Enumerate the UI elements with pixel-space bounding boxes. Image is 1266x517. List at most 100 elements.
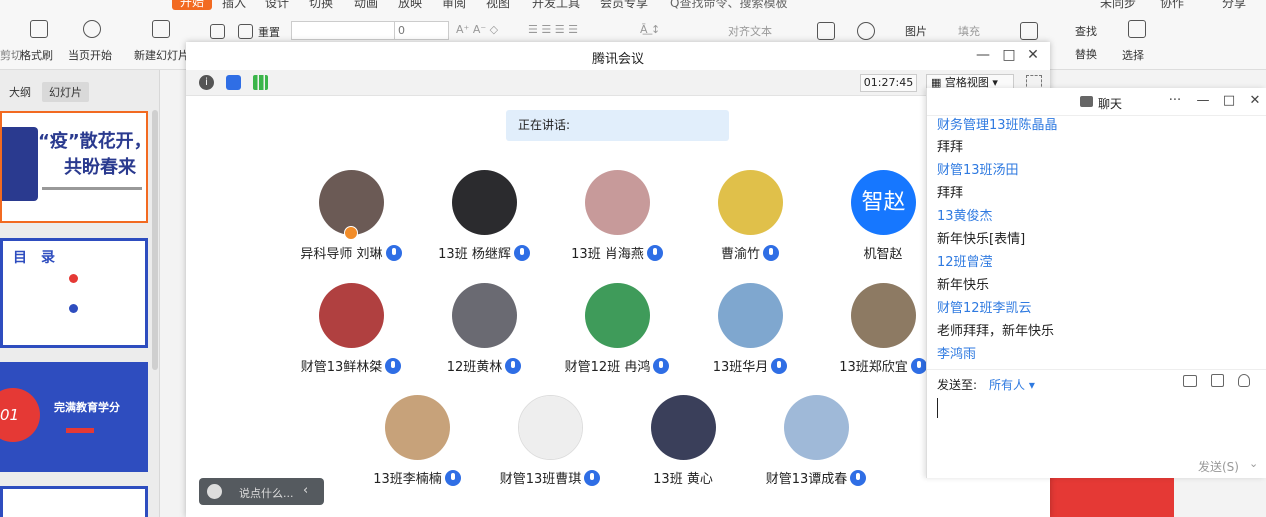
sync-status[interactable]: 未同步 xyxy=(1100,0,1136,11)
select-icon[interactable] xyxy=(1128,20,1146,38)
arrange-icon[interactable] xyxy=(1020,22,1038,40)
tab-slideshow[interactable]: 放映 xyxy=(398,0,422,11)
shape-icon[interactable] xyxy=(857,22,875,40)
new-slide-button[interactable]: 新建幻灯片 xyxy=(134,47,189,63)
participant-avatar[interactable] xyxy=(784,395,849,460)
select-button[interactable]: 选择 xyxy=(1122,47,1144,63)
participant-avatar[interactable] xyxy=(452,170,517,235)
chat-sender[interactable]: 李鸿雨 xyxy=(937,343,976,362)
collab-button[interactable]: 协作 xyxy=(1160,0,1184,11)
folder-icon[interactable] xyxy=(1183,375,1197,387)
find-button[interactable]: 查找 xyxy=(1075,23,1097,39)
play-icon[interactable] xyxy=(83,20,101,38)
mic-icon xyxy=(584,470,601,486)
chat-input[interactable] xyxy=(927,396,1266,452)
chat-titlebar[interactable]: 聊天 ··· — □ ✕ xyxy=(927,88,1266,116)
search-command[interactable]: Q查找命令、搜索模板 xyxy=(670,0,787,11)
participant-name-label: 13班 肖海燕 xyxy=(571,247,644,262)
tab-insert[interactable]: 插入 xyxy=(222,0,246,11)
avatar-image xyxy=(851,283,916,348)
tab-review[interactable]: 审阅 xyxy=(442,0,466,11)
list-icon[interactable]: ☰ ☰ ☰ ☰ xyxy=(528,23,578,36)
tab-member[interactable]: 会员专享 xyxy=(600,0,648,11)
participant-avatar[interactable] xyxy=(319,283,384,348)
slide-thumbnail-2[interactable]: 目 录 xyxy=(0,238,148,348)
send-button[interactable]: 发送(S) xyxy=(1198,458,1239,475)
fill-button[interactable]: 填充 xyxy=(958,23,980,39)
layout-icon[interactable] xyxy=(210,24,225,39)
tab-view[interactable]: 视图 xyxy=(486,0,510,11)
cut-button[interactable]: 剪切 xyxy=(0,47,22,63)
send-to-dropdown[interactable]: 所有人 ▾ xyxy=(989,376,1035,393)
align-text-button[interactable]: 对齐文本 xyxy=(728,23,772,39)
textbox-icon[interactable] xyxy=(817,22,835,40)
chat-sender[interactable]: 财管12班李凯云 xyxy=(937,297,1032,316)
text-direction-icon[interactable]: Ā͟ ↕ xyxy=(640,23,660,36)
emoji-icon[interactable] xyxy=(207,484,222,499)
picture-button[interactable]: 图片 xyxy=(905,23,927,39)
chat-sender[interactable]: 财务管理13班陈晶晶 xyxy=(937,114,1058,133)
meeting-titlebar[interactable]: 腾讯会议 — □ ✕ xyxy=(186,42,1050,70)
say-something-input[interactable]: 说点什么... xyxy=(239,485,294,501)
info-icon[interactable]: i xyxy=(199,75,214,90)
maximize-icon[interactable]: □ xyxy=(1221,93,1237,108)
avatar-image xyxy=(718,170,783,235)
tab-design[interactable]: 设计 xyxy=(265,0,289,11)
slide-thumbnail-3[interactable]: 01 完满教育学分 xyxy=(0,362,148,472)
font-grow-icon[interactable]: A⁺ A⁻ ◇ xyxy=(456,23,498,36)
close-icon[interactable]: ✕ xyxy=(1247,93,1263,108)
slide-panel-scrollbar[interactable] xyxy=(152,110,158,370)
replace-button[interactable]: 替换 xyxy=(1075,46,1097,62)
shield-icon[interactable] xyxy=(226,75,241,90)
tab-developer[interactable]: 开发工具 xyxy=(532,0,580,11)
participant-avatar[interactable] xyxy=(585,170,650,235)
new-slide-icon[interactable] xyxy=(152,20,170,38)
slide-canvas-red-shape xyxy=(1050,478,1174,517)
font-name-field[interactable] xyxy=(291,21,396,40)
participant-avatar[interactable]: 智赵 xyxy=(851,170,916,235)
mic-icon xyxy=(646,245,663,261)
participant-avatar[interactable] xyxy=(518,395,583,460)
format-painter-icon[interactable] xyxy=(30,20,48,38)
participant-avatar[interactable] xyxy=(851,283,916,348)
reset-button[interactable]: 重置 xyxy=(258,24,280,40)
participant-avatar[interactable] xyxy=(718,283,783,348)
play-current-button[interactable]: 当页开始 xyxy=(68,47,112,63)
participant-name: 财管13谭成春 xyxy=(741,468,891,487)
chat-sender[interactable]: 12班曾滢 xyxy=(937,251,993,270)
avatar-image xyxy=(585,170,650,235)
screenshot-icon[interactable] xyxy=(1211,374,1224,387)
more-icon[interactable]: ··· xyxy=(1167,93,1183,108)
slide-thumbnail-1[interactable]: “疫”散花开， 共盼春来 xyxy=(0,111,148,223)
participant-avatar[interactable] xyxy=(385,395,450,460)
participant-avatar[interactable] xyxy=(585,283,650,348)
font-size-field[interactable]: 0 xyxy=(394,21,449,40)
reset-icon[interactable] xyxy=(238,24,253,39)
chat-sender[interactable]: 13黄俊杰 xyxy=(937,205,993,224)
participant-avatar[interactable] xyxy=(718,170,783,235)
minimize-icon[interactable]: — xyxy=(1195,93,1211,108)
maximize-icon[interactable]: □ xyxy=(1000,47,1018,63)
share-button[interactable]: 分享 xyxy=(1222,0,1246,11)
send-options-icon[interactable]: ⌄ xyxy=(1249,457,1258,470)
tab-home[interactable]: 开始 xyxy=(172,0,213,10)
slide-thumbnail-4[interactable] xyxy=(0,486,148,517)
close-icon[interactable]: ✕ xyxy=(1024,47,1042,63)
tab-animation[interactable]: 动画 xyxy=(354,0,378,11)
slide-subtitle: 共盼春来 xyxy=(64,157,136,178)
tab-outline[interactable]: 大纲 xyxy=(2,82,38,102)
signal-icon[interactable] xyxy=(253,75,268,90)
minimize-icon[interactable]: — xyxy=(974,47,992,63)
user-icon[interactable] xyxy=(1238,374,1250,387)
participant-name: 财管13鲜林桀 xyxy=(276,356,426,375)
say-something-bar[interactable]: 说点什么... ‹ xyxy=(199,478,324,505)
collapse-icon[interactable]: ‹ xyxy=(303,483,308,498)
participant-avatar[interactable] xyxy=(452,283,517,348)
participant-name: 13班 肖海燕 xyxy=(542,243,692,262)
avatar-image xyxy=(452,170,517,235)
format-painter-button[interactable]: 格式刷 xyxy=(20,47,53,63)
tab-transition[interactable]: 切换 xyxy=(309,0,333,11)
tab-slides[interactable]: 幻灯片 xyxy=(42,82,89,102)
participant-avatar[interactable] xyxy=(651,395,716,460)
chat-sender[interactable]: 财管13班汤田 xyxy=(937,159,1019,178)
